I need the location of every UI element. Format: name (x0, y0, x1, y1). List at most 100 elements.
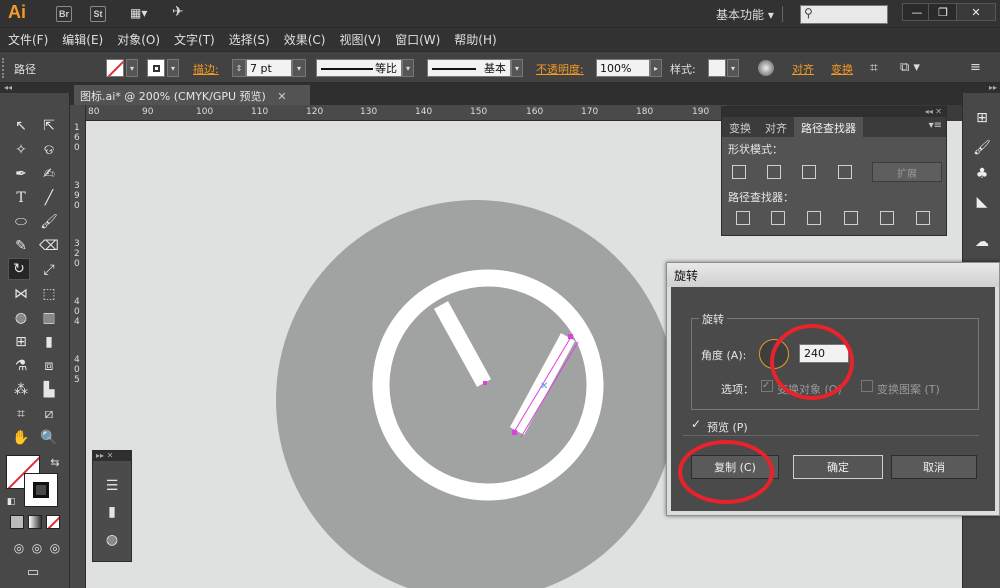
none-mode-icon[interactable] (46, 515, 60, 529)
swap-fill-stroke-icon[interactable]: ⇆ (44, 451, 66, 473)
stroke-dropdown[interactable]: ▾ (167, 59, 179, 77)
workspace-switcher[interactable]: 基本功能 ▾ (716, 6, 774, 23)
transform-objects-checkbox[interactable]: ✓ (761, 380, 773, 392)
artboard-tool-icon[interactable]: ⌗ (10, 403, 32, 425)
unite-icon[interactable] (732, 165, 746, 179)
bridge-button[interactable]: Br (56, 6, 72, 22)
transform-patterns-checkbox[interactable] (861, 380, 873, 392)
ellipse-tool-icon[interactable]: ⬭ (10, 211, 32, 233)
stroke-panel-icon[interactable]: ☰ (101, 475, 123, 497)
close-tab-icon[interactable]: ✕ (277, 90, 286, 103)
merge-icon[interactable] (807, 211, 821, 225)
document-tab[interactable]: 图标.ai* @ 200% (CMYK/GPU 预览) ✕ (74, 85, 310, 105)
opacity-link[interactable]: 不透明度: (536, 61, 584, 77)
selection-tool-icon[interactable]: ↖ (10, 115, 32, 137)
trim-icon[interactable] (771, 211, 785, 225)
crop-icon[interactable] (844, 211, 858, 225)
ok-button[interactable]: 确定 (793, 455, 883, 479)
arrange-icon[interactable]: ⧉ ▾ (900, 60, 920, 75)
stroke-color-box[interactable] (24, 473, 58, 507)
menu-effect[interactable]: 效果(C) (284, 31, 326, 48)
anchor-point[interactable] (568, 334, 573, 339)
gpu-performance-icon[interactable]: ✈ (172, 4, 184, 20)
graphic-style-swatch[interactable] (708, 59, 726, 77)
magic-wand-tool-icon[interactable]: ✧ (10, 139, 32, 161)
panel-header[interactable]: ◂◂ ✕ (722, 107, 946, 117)
stroke-link[interactable]: 描边: (193, 61, 219, 77)
column-graph-tool-icon[interactable]: ▙ (38, 379, 60, 401)
curvature-tool-icon[interactable]: ✍ (38, 163, 60, 185)
intersect-icon[interactable] (802, 165, 816, 179)
expand-dock-icon[interactable]: ▸▸ (963, 83, 1000, 93)
expand-button[interactable]: 扩展 (872, 162, 942, 182)
menu-type[interactable]: 文字(T) (174, 31, 215, 48)
stroke-stepper[interactable]: ⇕ (232, 59, 246, 77)
stroke-swatch[interactable] (147, 59, 165, 77)
menu-view[interactable]: 视图(V) (339, 31, 381, 48)
restore-button[interactable]: ❐ (928, 3, 958, 21)
creative-cloud-libraries-icon[interactable]: ☁ (971, 231, 993, 253)
blend-tool-icon[interactable]: ⧈ (38, 355, 60, 377)
paintbrush-tool-icon[interactable]: 🖌 (38, 211, 60, 233)
variable-width-profile[interactable]: 等比 (316, 59, 402, 77)
recolor-artwork-icon[interactable] (758, 60, 774, 76)
panel-menu-icon[interactable]: ≡ (970, 60, 981, 75)
stroke-weight-input[interactable]: 7 pt (246, 59, 292, 77)
layers-panel-icon[interactable]: ⊞ (971, 107, 993, 129)
symbol-sprayer-tool-icon[interactable]: ⁂ (10, 379, 32, 401)
tab-align[interactable]: 对齐 (758, 117, 794, 137)
symbols-panel-icon[interactable]: ♣ (971, 163, 993, 185)
width-tool-icon[interactable]: ⋈ (10, 283, 32, 305)
menu-window[interactable]: 窗口(W) (395, 31, 440, 48)
divide-icon[interactable] (736, 211, 750, 225)
arrange-documents-icon[interactable]: ▦▾ (130, 6, 156, 22)
perspective-grid-tool-icon[interactable]: ▥ (38, 307, 60, 329)
menu-edit[interactable]: 编辑(E) (62, 31, 103, 48)
stroke-weight-dropdown[interactable]: ▾ (292, 59, 306, 77)
graphic-styles-panel-icon[interactable]: ◣ (971, 191, 993, 213)
tab-transform[interactable]: 变换 (722, 117, 758, 137)
tab-pathfinder[interactable]: 路径查找器 (794, 117, 863, 137)
style-dropdown[interactable]: ▾ (727, 59, 739, 77)
brushes-panel-icon[interactable]: 🖌 (971, 137, 993, 159)
eyedropper-tool-icon[interactable]: ⚗ (10, 355, 32, 377)
type-tool-icon[interactable]: T (10, 187, 32, 209)
fill-swatch[interactable] (106, 59, 124, 77)
profile-dropdown[interactable]: ▾ (402, 59, 414, 77)
exclude-icon[interactable] (838, 165, 852, 179)
free-transform-tool-icon[interactable]: ⬚ (38, 283, 60, 305)
outline-icon[interactable] (880, 211, 894, 225)
pen-tool-icon[interactable]: ✒ (10, 163, 32, 185)
menu-select[interactable]: 选择(S) (229, 31, 270, 48)
draw-inside-icon[interactable]: ◎ (44, 537, 66, 559)
align-link[interactable]: 对齐 (792, 61, 814, 77)
panel-header[interactable]: ▸▸ ✕ (93, 451, 131, 461)
brush-dropdown[interactable]: ▾ (511, 59, 523, 77)
close-button[interactable]: ✕ (956, 3, 996, 21)
transparency-panel-icon[interactable]: ◍ (101, 529, 123, 551)
gradient-panel-icon[interactable]: ▮ (101, 501, 123, 523)
eraser-tool-icon[interactable]: ⌫ (38, 235, 60, 257)
anchor-point[interactable] (512, 430, 517, 435)
screen-mode-icon[interactable]: ▭ (22, 561, 44, 583)
rotate-tool-icon[interactable]: ↻ (8, 258, 30, 280)
default-colors-icon[interactable]: ◧ (0, 491, 22, 513)
mesh-tool-icon[interactable]: ⊞ (10, 331, 32, 353)
opacity-slider-toggle[interactable]: ▸ (650, 59, 662, 77)
minus-front-icon[interactable] (767, 165, 781, 179)
opacity-input[interactable]: 100% (596, 59, 650, 77)
shape-builder-tool-icon[interactable]: ◍ (10, 307, 32, 329)
preview-checkbox[interactable]: ✓ (691, 418, 703, 431)
menu-object[interactable]: 对象(O) (117, 31, 160, 48)
lasso-tool-icon[interactable]: ଡ (38, 139, 60, 161)
panel-menu-icon[interactable]: ▾≡ (925, 117, 946, 137)
search-input[interactable]: ⚲ (800, 5, 888, 24)
hand-tool-icon[interactable]: ✋ (10, 427, 32, 449)
fill-dropdown[interactable]: ▾ (126, 59, 138, 77)
collapse-icon[interactable]: ◂◂ (0, 83, 70, 93)
slice-tool-icon[interactable]: ⧄ (38, 403, 60, 425)
color-mode-icon[interactable] (10, 515, 24, 529)
stock-button[interactable]: St (90, 6, 106, 22)
scale-tool-icon[interactable]: ⤢ (38, 259, 60, 281)
icon-background-circle[interactable] (276, 200, 676, 588)
